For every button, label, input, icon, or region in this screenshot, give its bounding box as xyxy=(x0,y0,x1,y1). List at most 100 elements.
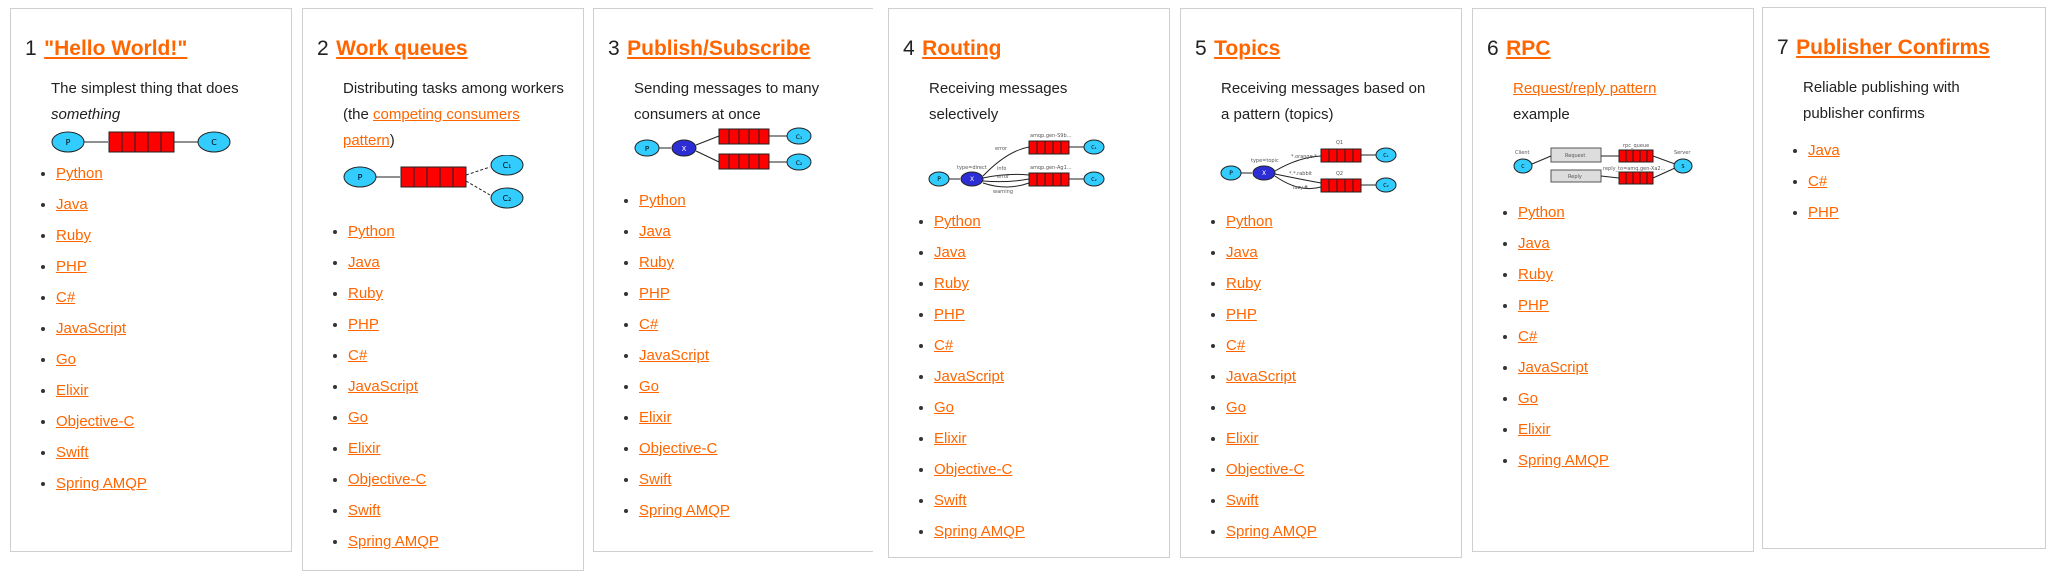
language-link[interactable]: Elixir xyxy=(639,409,672,426)
tutorial-title-link[interactable]: Routing xyxy=(922,37,1001,60)
language-link[interactable]: PHP xyxy=(639,285,670,302)
tutorial-card-7: 7 Publisher Confirms Reliable publishing… xyxy=(1762,7,2046,549)
tutorial-heading: 4 Routing xyxy=(903,37,1001,61)
language-link[interactable]: JavaScript xyxy=(1226,368,1296,385)
svg-text:C₂: C₂ xyxy=(796,160,803,167)
language-link[interactable]: Objective-C xyxy=(348,471,426,488)
list-item: Python xyxy=(1518,203,1609,234)
language-link[interactable]: Go xyxy=(56,351,76,368)
language-link[interactable]: Swift xyxy=(348,502,381,519)
list-item: PHP xyxy=(1226,305,1317,336)
language-link[interactable]: JavaScript xyxy=(56,320,126,337)
language-link[interactable]: PHP xyxy=(1226,306,1257,323)
language-link[interactable]: Java xyxy=(56,196,88,213)
tutorial-title-link[interactable]: RPC xyxy=(1506,37,1550,60)
language-link[interactable]: Swift xyxy=(1226,492,1259,509)
list-item: Go xyxy=(56,350,147,381)
language-link[interactable]: Elixir xyxy=(1518,421,1551,438)
language-link[interactable]: C# xyxy=(56,289,75,306)
language-link[interactable]: Objective-C xyxy=(1226,461,1304,478)
language-link[interactable]: Java xyxy=(348,254,380,271)
publish-subscribe-diagram: P X C₁ C₂ xyxy=(634,127,812,171)
language-link[interactable]: Swift xyxy=(934,492,967,509)
language-link[interactable]: C# xyxy=(1518,328,1537,345)
language-link[interactable]: Python xyxy=(1518,204,1565,221)
language-link[interactable]: Python xyxy=(56,165,103,182)
language-link[interactable]: Python xyxy=(934,213,981,230)
language-link[interactable]: Java xyxy=(639,223,671,240)
language-link[interactable]: Objective-C xyxy=(934,461,1012,478)
language-link[interactable]: Ruby xyxy=(639,254,674,271)
language-link[interactable]: C# xyxy=(934,337,953,354)
language-link[interactable]: Ruby xyxy=(56,227,91,244)
language-link[interactable]: Elixir xyxy=(1226,430,1259,447)
tutorial-number: 1 xyxy=(25,37,37,60)
language-link[interactable]: Spring AMQP xyxy=(56,475,147,492)
language-link[interactable]: Java xyxy=(934,244,966,261)
language-link[interactable]: Objective-C xyxy=(56,413,134,430)
language-link[interactable]: Swift xyxy=(56,444,89,461)
competing-consumers-link[interactable]: competing consumers pattern xyxy=(343,106,520,149)
language-link[interactable]: C# xyxy=(639,316,658,333)
language-link[interactable]: JavaScript xyxy=(1518,359,1588,376)
language-link[interactable]: Java xyxy=(1518,235,1550,252)
language-link[interactable]: Spring AMQP xyxy=(639,502,730,519)
language-link[interactable]: Go xyxy=(934,399,954,416)
language-link[interactable]: Go xyxy=(1518,390,1538,407)
tutorial-number: 3 xyxy=(608,37,620,60)
list-item: Java xyxy=(1808,141,1840,172)
request-reply-link[interactable]: Request/reply pattern xyxy=(1513,80,1656,97)
tutorial-title-link[interactable]: Topics xyxy=(1214,37,1280,60)
tutorial-title-link[interactable]: "Hello World!" xyxy=(44,37,187,60)
list-item: PHP xyxy=(56,257,147,288)
language-link[interactable]: JavaScript xyxy=(639,347,709,364)
list-item: Elixir xyxy=(1518,420,1609,451)
language-link[interactable]: Python xyxy=(639,192,686,209)
language-link[interactable]: Spring AMQP xyxy=(1518,452,1609,469)
language-link[interactable]: C# xyxy=(1226,337,1245,354)
list-item: Java xyxy=(934,243,1025,274)
language-link[interactable]: Ruby xyxy=(348,285,383,302)
language-link[interactable]: PHP xyxy=(934,306,965,323)
language-link[interactable]: JavaScript xyxy=(348,378,418,395)
language-link[interactable]: C# xyxy=(348,347,367,364)
language-link[interactable]: Spring AMQP xyxy=(1226,523,1317,540)
language-link[interactable]: PHP xyxy=(348,316,379,333)
language-link[interactable]: Go xyxy=(348,409,368,426)
language-link[interactable]: C# xyxy=(1808,173,1827,190)
language-link[interactable]: Go xyxy=(1226,399,1246,416)
language-link[interactable]: PHP xyxy=(56,258,87,275)
tutorial-title-link[interactable]: Publisher Confirms xyxy=(1796,36,1990,59)
exchange-type-label: type=topic xyxy=(1251,158,1279,164)
language-link[interactable]: Go xyxy=(639,378,659,395)
tutorial-title-link[interactable]: Work queues xyxy=(336,37,467,60)
language-link[interactable]: Objective-C xyxy=(639,440,717,457)
language-link[interactable]: Java xyxy=(1808,142,1840,159)
language-link[interactable]: Elixir xyxy=(56,382,89,399)
list-item: Java xyxy=(348,253,439,284)
list-item: PHP xyxy=(1518,296,1609,327)
language-link[interactable]: Spring AMQP xyxy=(348,533,439,550)
language-link[interactable]: Swift xyxy=(639,471,672,488)
tutorial-card-3: 3 Publish/Subscribe Sending messages to … xyxy=(593,8,873,552)
list-item: Swift xyxy=(56,443,147,474)
language-link[interactable]: Java xyxy=(1226,244,1258,261)
language-link[interactable]: Ruby xyxy=(1226,275,1261,292)
language-link[interactable]: Python xyxy=(348,223,395,240)
language-link[interactable]: Elixir xyxy=(934,430,967,447)
language-link[interactable]: JavaScript xyxy=(934,368,1004,385)
language-link[interactable]: Ruby xyxy=(934,275,969,292)
language-link[interactable]: Elixir xyxy=(348,440,381,457)
list-item: Objective-C xyxy=(348,470,439,501)
list-item: Go xyxy=(1518,389,1609,420)
svg-text:C₂: C₂ xyxy=(1383,183,1389,189)
language-link[interactable]: Python xyxy=(1226,213,1273,230)
language-link[interactable]: Spring AMQP xyxy=(934,523,1025,540)
tutorial-title-link[interactable]: Publish/Subscribe xyxy=(627,37,810,60)
language-link[interactable]: PHP xyxy=(1518,297,1549,314)
list-item: JavaScript xyxy=(934,367,1025,398)
language-link[interactable]: PHP xyxy=(1808,204,1839,221)
list-item: Swift xyxy=(1226,491,1317,522)
language-link[interactable]: Ruby xyxy=(1518,266,1553,283)
list-item: PHP xyxy=(1808,203,1840,234)
